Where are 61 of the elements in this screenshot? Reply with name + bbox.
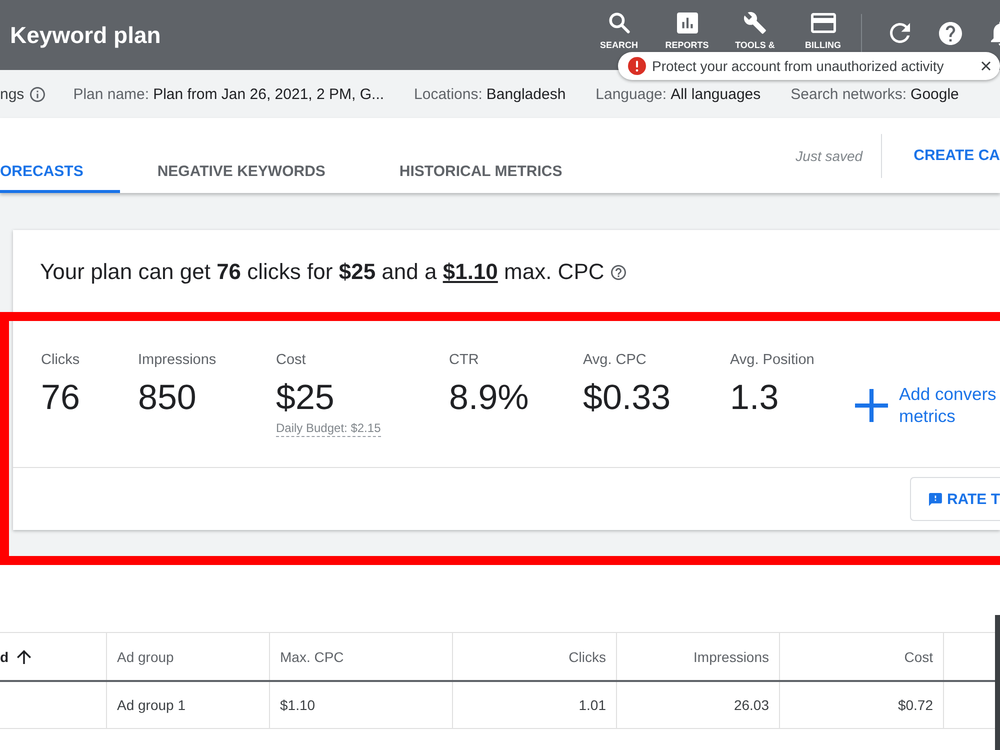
table-cell: $1.10 (270, 682, 453, 728)
wrench-icon (744, 12, 766, 34)
tab[interactable]: HISTORICAL METRICS (362, 118, 600, 193)
table-cell: $0.72 (780, 682, 944, 728)
metric-value: 850 (138, 378, 196, 418)
info-icon[interactable] (30, 86, 46, 102)
plus-icon[interactable] (855, 388, 888, 422)
column-header[interactable]: Max. CPC (270, 633, 453, 680)
credit-card-icon (810, 12, 836, 34)
detail-value: Google (910, 86, 959, 102)
detail-value: All languages (670, 86, 761, 102)
search-icon (608, 12, 630, 34)
arrow-up-icon (16, 650, 31, 664)
save-status: Just saved (796, 148, 863, 164)
metric-label: Cost (276, 352, 306, 368)
settings-link[interactable]: ngs (0, 86, 24, 102)
metric-label: CTR (449, 352, 479, 368)
close-icon (981, 61, 991, 71)
search-button[interactable]: SEARCH (587, 12, 651, 51)
rate-button[interactable]: RATE T (910, 477, 1000, 521)
budget-note: Daily Budget: $2.15 (276, 421, 381, 437)
detail-label: Language: (596, 86, 667, 102)
help-icon[interactable] (611, 265, 626, 280)
bell-icon[interactable] (991, 21, 1000, 46)
forecast-summary: Your plan can get 76 clicks for $25 and a $1.10 max. CPC (40, 259, 604, 285)
close-button[interactable] (980, 60, 992, 72)
bar-chart-icon (676, 12, 698, 34)
refresh-icon (890, 23, 910, 43)
metric-label: Avg. Position (730, 352, 814, 368)
tab[interactable]: NEGATIVE KEYWORDS (120, 118, 362, 193)
error-icon (628, 57, 646, 75)
tools-button[interactable]: TOOLS & (723, 12, 787, 51)
metric-label: Impressions (138, 352, 216, 368)
help-icon (938, 22, 962, 44)
billing-button[interactable]: BILLING (791, 12, 855, 51)
column-header[interactable]: Ad group (107, 633, 270, 680)
table-cell: 26.03 (617, 682, 780, 728)
detail-value: Plan from Jan 26, 2021, 2 PM, G... (153, 86, 384, 102)
metric-label: Avg. CPC (583, 352, 646, 368)
metric-value: 1.3 (730, 378, 779, 418)
metric-label: Clicks (41, 352, 80, 368)
column-header[interactable]: Impressions (617, 633, 780, 680)
feedback-icon (929, 490, 942, 508)
metric-value: 76 (41, 378, 80, 418)
page-title: Keyword plan (10, 22, 161, 48)
reports-button[interactable]: REPORTS (655, 12, 719, 51)
metric-value: $25 (276, 378, 334, 418)
detail-label: Search networks: (790, 86, 907, 102)
column-header[interactable]: d (0, 633, 107, 680)
column-header[interactable]: Clicks (453, 633, 617, 680)
metric-value: 8.9% (449, 378, 529, 418)
metric-value: $0.33 (583, 378, 671, 418)
notification-text: Protect your account from unauthorized activity (652, 58, 944, 74)
detail-value: Bangladesh (486, 86, 566, 102)
column-header[interactable]: Cost (780, 633, 944, 680)
create-button[interactable]: CREATE CA (914, 147, 1000, 164)
table-cell: 1.01 (453, 682, 617, 728)
detail-label: Locations: (414, 86, 482, 102)
detail-label: Plan name: (73, 86, 150, 102)
add-metrics-link[interactable]: Add convers metrics (899, 383, 996, 427)
table-cell: Ad group 1 (107, 682, 270, 728)
